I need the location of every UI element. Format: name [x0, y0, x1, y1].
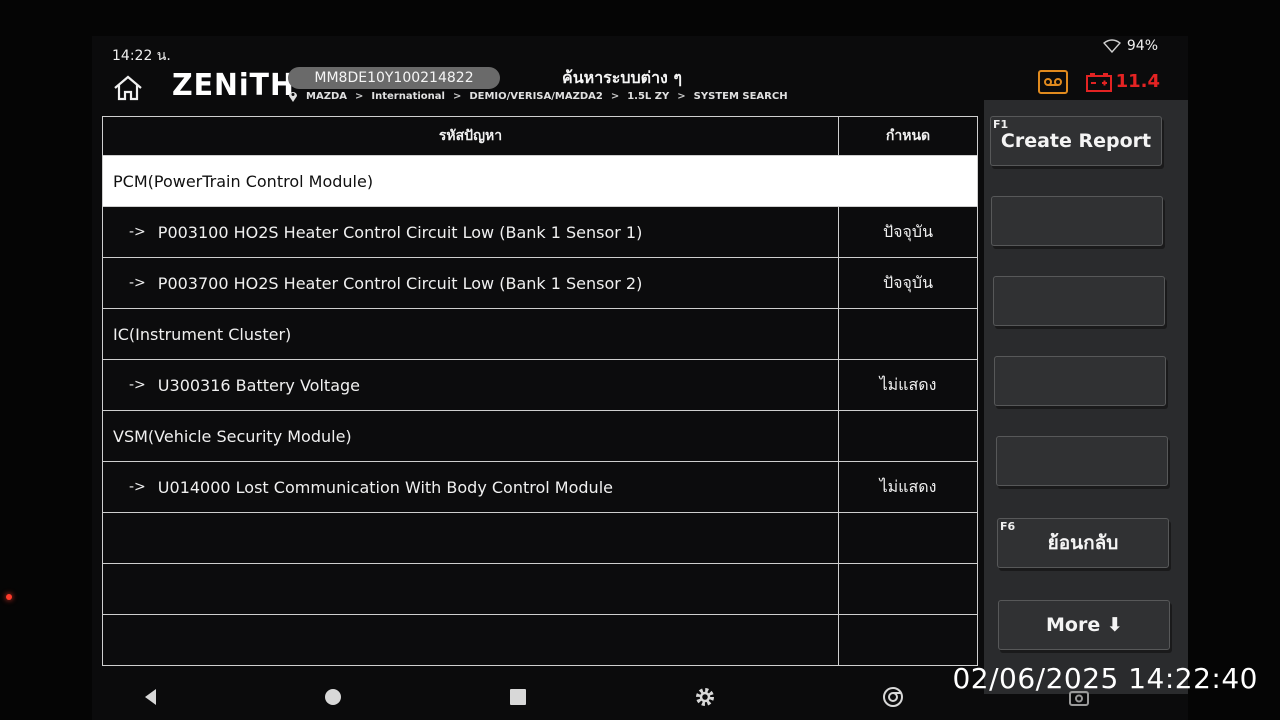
- dtc-status-cell: ไม่แสดง: [879, 374, 937, 394]
- breadcrumb-item[interactable]: 1.5L ZY: [627, 91, 669, 102]
- dtc-description: U014000 Lost Communication With Body Con…: [157, 477, 613, 497]
- back-icon[interactable]: [140, 686, 162, 708]
- dtc-table: รหัสปัญหา กำหนด PCM(PowerTrain Control M…: [102, 116, 978, 666]
- dtc-description: U300316 Battery Voltage: [157, 375, 360, 395]
- column-header-status: กำหนด: [885, 128, 931, 144]
- column-header-code: รหัสปัญหา: [103, 117, 839, 155]
- empty-row: [103, 615, 977, 666]
- dtc-row[interactable]: -> P003100 HO2S Heater Control Circuit Lo…: [103, 207, 977, 258]
- module-name-cell: IC(Instrument Cluster): [103, 309, 839, 359]
- fkey-number: F1: [993, 118, 1009, 131]
- browser-icon[interactable]: [882, 686, 904, 708]
- dtc-code-cell: -> P003100 HO2S Heater Control Circuit Lo…: [103, 207, 839, 257]
- arrow-right-icon: ->: [129, 275, 146, 291]
- home-icon[interactable]: [112, 74, 144, 102]
- table-body: PCM(PowerTrain Control Module) -> P003100 …: [103, 156, 977, 666]
- dtc-code-cell: -> P003700 HO2S Heater Control Circuit Lo…: [103, 258, 839, 308]
- empty-cell: [103, 564, 839, 614]
- dtc-status-cell: [839, 411, 977, 461]
- dtc-status-cell: ไม่แสดง: [879, 476, 937, 496]
- empty-function-key[interactable]: [994, 356, 1167, 406]
- chevron-right-icon: >: [610, 90, 620, 102]
- dtc-row[interactable]: -> P003700 HO2S Heater Control Circuit Lo…: [103, 258, 977, 309]
- dtc-status-cell: [839, 615, 977, 666]
- dtc-status-cell: [839, 309, 977, 359]
- breadcrumb-item[interactable]: MAZDA: [306, 91, 347, 102]
- dtc-status-cell: [839, 564, 977, 614]
- empty-cell: [103, 513, 839, 563]
- breadcrumb-item[interactable]: SYSTEM SEARCH: [694, 91, 788, 102]
- tablet-screen: 14:22 น. 94% ZENiTH MM8DE10Y100214822 ค้…: [92, 36, 1188, 720]
- car-battery-icon: [1086, 73, 1112, 92]
- chevron-right-icon: >: [354, 90, 364, 102]
- dtc-status-cell: [839, 513, 977, 563]
- status-time: 14:22 น.: [112, 48, 171, 64]
- breadcrumb: MAZDA > International > DEMIO/VERISA/MAZ…: [288, 90, 792, 102]
- status-right: 94%: [1102, 38, 1158, 54]
- back-button[interactable]: F6 ย้อนกลับ: [997, 518, 1169, 568]
- dtc-code-cell: -> U014000 Lost Communication With Body C…: [103, 462, 839, 512]
- battery-percent: 94%: [1126, 38, 1158, 54]
- module-row[interactable]: VSM(Vehicle Security Module): [103, 411, 977, 462]
- module-row[interactable]: IC(Instrument Cluster): [103, 309, 977, 360]
- function-key-panel: F1 Create Report F6 ย้อนกลับ More ⬇: [984, 100, 1188, 694]
- device-led-indicator: [6, 594, 12, 600]
- camera-timestamp: 02/06/2025 14:22:40: [952, 662, 1258, 695]
- create-report-button[interactable]: F1 Create Report: [990, 116, 1162, 166]
- empty-row: [103, 564, 977, 615]
- recorder-icon[interactable]: [1038, 70, 1068, 94]
- empty-cell: [103, 615, 839, 666]
- wifi-icon: [1102, 39, 1121, 53]
- home-circle-icon[interactable]: [322, 686, 344, 708]
- breadcrumb-item[interactable]: DEMIO/VERISA/MAZDA2: [469, 91, 602, 102]
- dtc-description: P003700 HO2S Heater Control Circuit Low …: [157, 273, 643, 293]
- fkey-label: More ⬇: [1046, 614, 1123, 636]
- battery-voltage: 11.4: [1115, 71, 1160, 92]
- breadcrumb-item[interactable]: International: [371, 91, 445, 102]
- arrow-right-icon: ->: [129, 224, 146, 240]
- empty-function-key[interactable]: [991, 196, 1164, 246]
- arrow-right-icon: ->: [129, 377, 146, 393]
- empty-function-key[interactable]: [992, 276, 1165, 326]
- dtc-row[interactable]: -> U014000 Lost Communication With Body C…: [103, 462, 977, 513]
- chevron-right-icon: >: [677, 90, 686, 102]
- dtc-status-cell: ปัจจุบัน: [883, 221, 933, 241]
- vin-badge: MM8DE10Y100214822: [288, 67, 500, 89]
- settings-gear-icon[interactable]: [694, 686, 716, 708]
- module-name-cell: VSM(Vehicle Security Module): [103, 411, 839, 461]
- dtc-status-cell: [839, 156, 977, 206]
- fkey-label: ย้อนกลับ: [1047, 532, 1119, 554]
- fkey-number: F6: [1000, 520, 1016, 533]
- chevron-right-icon: >: [452, 90, 462, 102]
- empty-function-key[interactable]: [995, 436, 1168, 486]
- fkey-label: Create Report: [1000, 130, 1152, 152]
- table-header: รหัสปัญหา กำหนด: [103, 117, 977, 156]
- brand-logo: ZENiTH: [172, 68, 295, 103]
- dtc-status-cell: ปัจจุบัน: [883, 272, 933, 292]
- more-button[interactable]: More ⬇: [998, 600, 1171, 650]
- location-pin-icon: [289, 92, 297, 102]
- module-name-cell: PCM(PowerTrain Control Module): [113, 171, 374, 191]
- recents-icon[interactable]: [507, 686, 529, 708]
- arrow-right-icon: ->: [129, 479, 146, 495]
- status-bar: 14:22 น. 94%: [92, 36, 1188, 66]
- module-row[interactable]: PCM(PowerTrain Control Module): [103, 156, 977, 207]
- dtc-code-cell: -> U300316 Battery Voltage: [103, 360, 839, 410]
- empty-row: [103, 513, 977, 564]
- page-title: ค้นหาระบบต่าง ๆ: [562, 68, 683, 87]
- dtc-description: P003100 HO2S Heater Control Circuit Low …: [157, 222, 643, 242]
- dtc-row[interactable]: -> U300316 Battery Voltage ไม่แสดง: [103, 360, 977, 411]
